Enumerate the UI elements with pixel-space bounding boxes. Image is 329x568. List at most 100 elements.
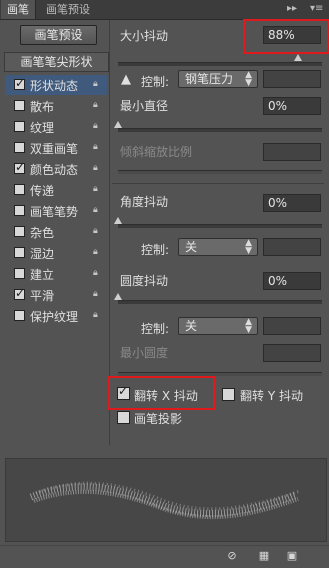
list-item[interactable]: ✓ 平滑 🔒︎ (5, 285, 107, 305)
lock-icon[interactable]: 🔒︎ (93, 204, 103, 216)
flip-y-label: 翻转 Y 抖动 (240, 389, 303, 403)
setting-checkbox[interactable]: ✓ (14, 160, 26, 174)
brush-toggle-icon[interactable]: ⊘ (226, 550, 238, 562)
setting-checkbox[interactable] (14, 100, 25, 111)
collapse-icon[interactable]: ▸▸ (287, 3, 297, 14)
grid-icon[interactable]: ▦ (258, 550, 270, 562)
setting-checkbox[interactable] (14, 121, 25, 132)
list-item[interactable]: 纹理 🔒︎ (5, 117, 107, 137)
roundness-jitter-slider[interactable] (118, 300, 322, 304)
list-item[interactable]: ✓ 形状动态 🔒︎ (5, 75, 107, 95)
lock-icon[interactable]: 🔒︎ (93, 267, 103, 279)
select-arrows-icon: ▲ ▼ (245, 238, 252, 256)
setting-checkbox[interactable] (14, 184, 25, 195)
setting-checkbox[interactable] (14, 205, 25, 216)
setting-checkbox[interactable] (14, 310, 25, 321)
control-label-2: 控制: (141, 243, 170, 257)
setting-checkbox[interactable] (14, 142, 25, 153)
brush-projection-checkbox[interactable] (117, 411, 130, 424)
control-select-1-value: 钢笔压力 (185, 72, 234, 86)
lock-icon[interactable]: 🔒︎ (93, 246, 103, 258)
control-select-3-value: 关 (185, 319, 198, 333)
setting-checkbox[interactable] (14, 226, 25, 237)
min-diameter-slider[interactable] (118, 128, 322, 132)
size-jitter-label: 大小抖动 (120, 29, 169, 43)
setting-label: 散布 (30, 100, 55, 114)
tab-brush[interactable]: 画笔 (1, 0, 36, 19)
list-item[interactable]: 双重画笔 🔒︎ (5, 138, 107, 158)
angle-jitter-label: 角度抖动 (120, 195, 169, 209)
min-diameter-thumb[interactable] (114, 121, 122, 128)
setting-label: 传递 (30, 184, 55, 198)
lock-icon[interactable]: 🔒︎ (93, 99, 103, 111)
check-icon: ✓ (15, 160, 26, 174)
setting-checkbox[interactable]: ✓ (14, 286, 26, 300)
lock-icon[interactable]: 🔒︎ (93, 120, 103, 132)
setting-label: 平滑 (30, 289, 55, 303)
brush-presets-button[interactable]: 画笔预设 (20, 25, 97, 45)
setting-label: 纹理 (30, 121, 55, 135)
brush-tip-shape-item[interactable]: 画笔笔尖形状 (4, 52, 109, 72)
list-item[interactable]: 传递 🔒︎ (5, 180, 107, 200)
control-2-field[interactable] (263, 238, 321, 256)
min-roundness-field[interactable] (263, 344, 321, 362)
flip-x-label: 翻转 X 抖动 (134, 389, 198, 403)
control-select-3[interactable]: 关 ▲ ▼ (178, 317, 258, 335)
lock-icon[interactable]: 🔒︎ (93, 309, 103, 321)
lock-icon[interactable]: 🔒︎ (93, 288, 103, 300)
lock-icon[interactable]: 🔒︎ (93, 183, 103, 195)
list-item[interactable]: 保护纹理 🔒︎ (5, 306, 107, 326)
list-item[interactable]: 湿边 🔒︎ (5, 243, 107, 263)
check-icon: ✓ (118, 384, 129, 398)
setting-checkbox[interactable] (14, 247, 25, 258)
size-jitter-thumb[interactable] (294, 54, 302, 61)
control-select-2-value: 关 (185, 240, 198, 254)
control-1-field[interactable] (263, 70, 321, 88)
brush-projection-label: 画笔投影 (134, 412, 183, 426)
setting-label: 杂色 (30, 226, 55, 240)
setting-checkbox[interactable] (14, 268, 25, 279)
tilt-scale-label: 倾斜缩放比例 (120, 145, 193, 159)
list-item[interactable]: ✓ 颜色动态 🔒︎ (5, 159, 107, 179)
flip-x-checkbox[interactable]: ✓ (117, 384, 130, 400)
select-arrows-icon: ▲ ▼ (245, 317, 252, 335)
roundness-jitter-label: 圆度抖动 (120, 274, 169, 288)
lock-icon[interactable]: 🔒︎ (93, 225, 103, 237)
angle-jitter-field[interactable]: 0% (263, 194, 321, 212)
lock-icon[interactable]: 🔒︎ (93, 78, 103, 90)
tilt-scale-slider (118, 170, 322, 174)
setting-label: 画笔笔势 (30, 205, 79, 219)
panel-menu-icon[interactable]: ▾≡ (310, 3, 323, 14)
lock-icon[interactable]: 🔒︎ (93, 162, 103, 174)
section-separator-1 (112, 183, 324, 184)
roundness-jitter-field[interactable]: 0% (263, 272, 321, 290)
control-label-1: 控制: (141, 75, 170, 89)
control-select-2[interactable]: 关 ▲ ▼ (178, 238, 258, 256)
check-icon: ✓ (15, 286, 26, 300)
check-icon: ✓ (15, 76, 26, 90)
tab-brush-presets[interactable]: 画笔预设 (40, 0, 96, 19)
list-item[interactable]: 散布 🔒︎ (5, 96, 107, 116)
angle-jitter-thumb[interactable] (114, 217, 122, 224)
control-3-field[interactable] (263, 317, 321, 335)
select-arrows-icon: ▲ ▼ (245, 70, 252, 88)
setting-label: 保护纹理 (30, 310, 79, 324)
size-jitter-slider[interactable] (118, 62, 322, 66)
setting-checkbox[interactable]: ✓ (14, 76, 26, 90)
min-diameter-field[interactable]: 0% (263, 97, 321, 115)
lock-icon[interactable]: 🔒︎ (93, 141, 103, 153)
list-item[interactable]: 建立 🔒︎ (5, 264, 107, 284)
new-preset-icon[interactable]: ▣ (286, 550, 298, 562)
roundness-jitter-thumb[interactable] (114, 293, 122, 300)
setting-label: 双重画笔 (30, 142, 79, 156)
tilt-scale-field[interactable] (263, 143, 321, 161)
list-item[interactable]: 杂色 🔒︎ (5, 222, 107, 242)
setting-label: 颜色动态 (30, 163, 79, 177)
angle-jitter-slider[interactable] (118, 224, 322, 228)
list-item[interactable]: 画笔笔势 🔒︎ (5, 201, 107, 221)
brush-panel: 画笔 画笔预设 ▸▸ ▾≡ 画笔预设 画笔笔尖形状 ✓ 形状动态 🔒︎ 散布 🔒︎ 纹理 🔒… (0, 0, 329, 568)
flip-y-checkbox[interactable] (222, 388, 235, 401)
control-select-1[interactable]: 钢笔压力 ▲ ▼ (178, 70, 258, 88)
control-label-3: 控制: (141, 322, 170, 336)
size-jitter-field[interactable]: 88% (263, 26, 321, 44)
